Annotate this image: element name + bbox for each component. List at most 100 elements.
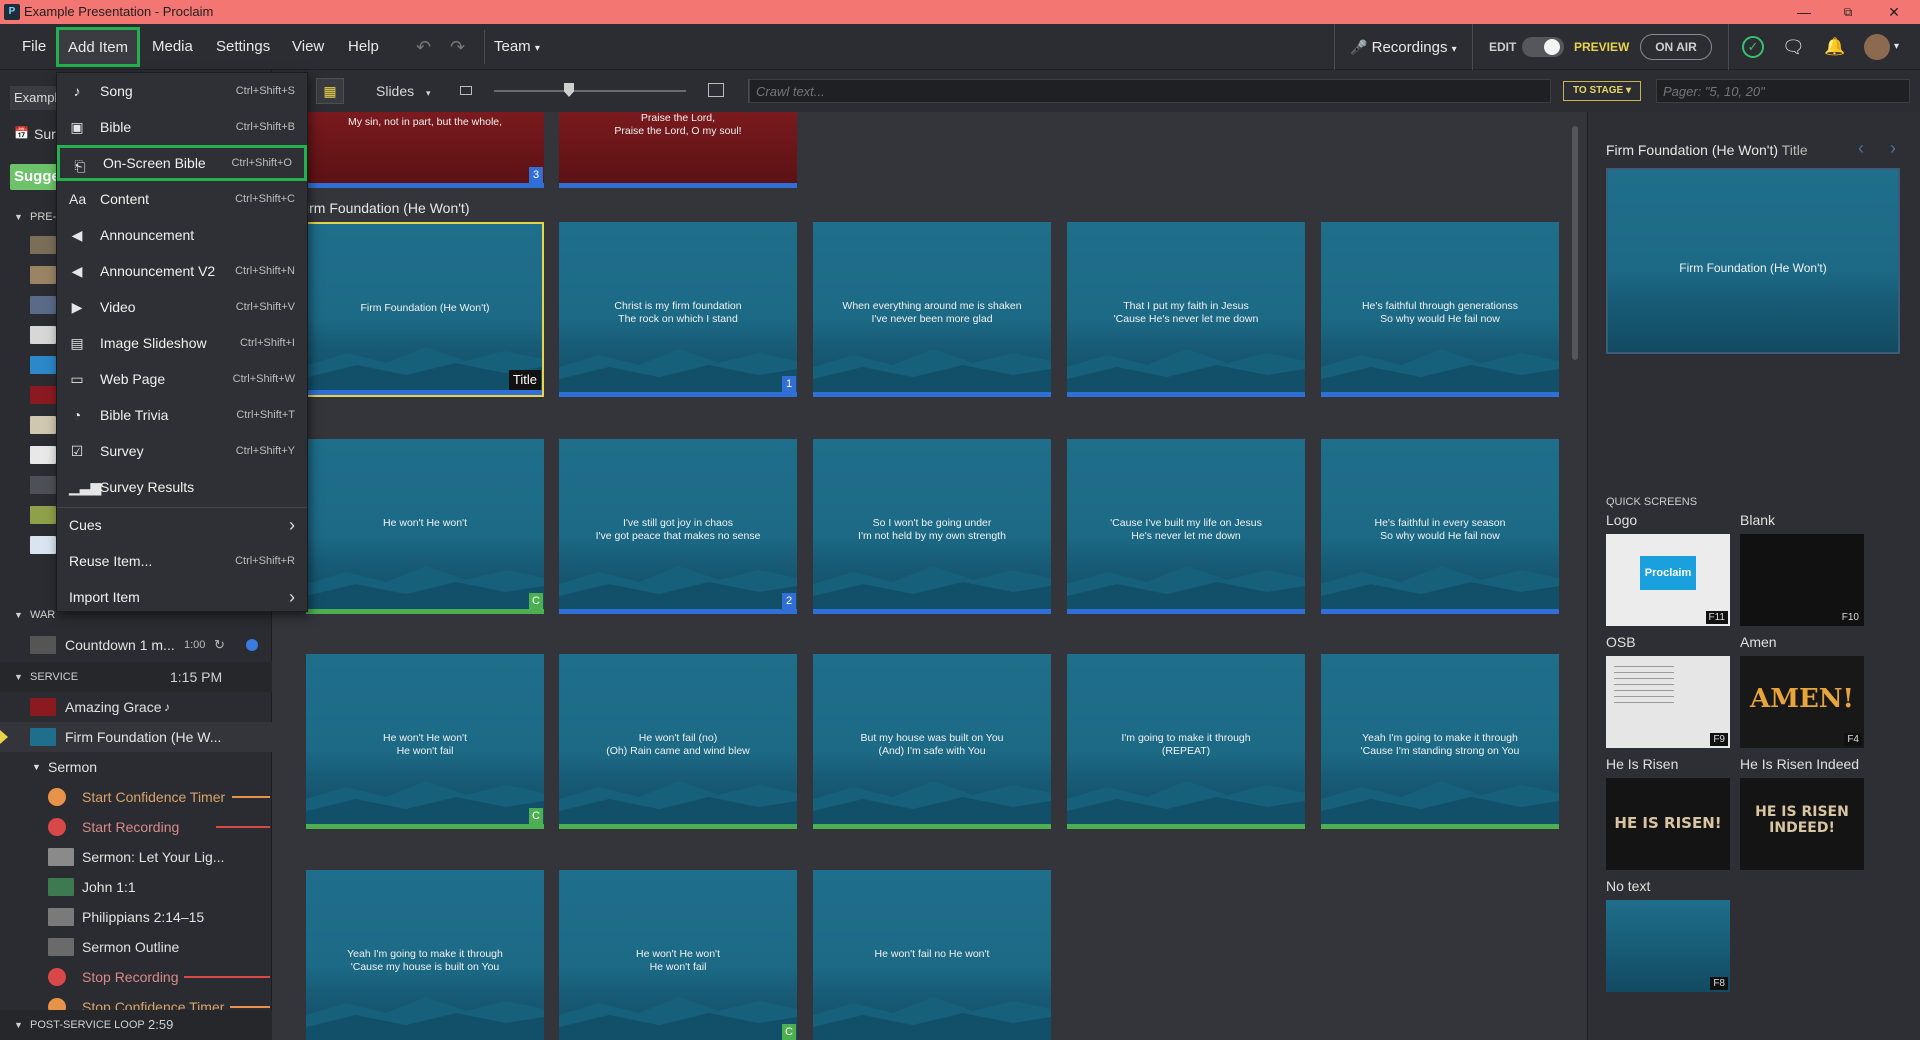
slide-thumb[interactable]: Yeah I'm going to make it through 'Cause… <box>306 870 544 1040</box>
sync-check-icon[interactable]: ✓ <box>1742 36 1764 58</box>
presentation-tab[interactable]: Exampl <box>10 86 57 110</box>
slide-thumb[interactable]: So I won't be going under I'm not held b… <box>813 439 1051 614</box>
slide-bar <box>1067 824 1305 829</box>
menu-item-web-page[interactable]: ▭ Web Page Ctrl+Shift+W <box>57 361 307 397</box>
bell-icon[interactable]: 🔔 <box>1824 24 1845 70</box>
chevron-right-icon: › <box>289 515 295 535</box>
slide-text: Christ is my firm foundation The rock on… <box>614 300 742 325</box>
menu-settings[interactable]: Settings <box>216 24 270 70</box>
slide-thumb[interactable]: Christ is my firm foundation The rock on… <box>559 222 797 397</box>
list-item-cue[interactable]: Stop Recording <box>0 962 272 992</box>
megaphone-icon: ◀ <box>71 263 83 279</box>
restore-button[interactable]: ⧉ <box>1830 2 1866 22</box>
list-item-sermon[interactable]: Sermon: Let Your Lig... <box>0 842 272 872</box>
slide-thumb[interactable]: Firm Foundation (He Won't) Title <box>306 222 544 397</box>
divider <box>1334 24 1335 70</box>
menu-help[interactable]: Help <box>348 24 379 70</box>
crawl-text-input[interactable] <box>749 79 1551 103</box>
slide-thumb[interactable]: Yeah I'm going to make it through 'Cause… <box>1321 654 1559 829</box>
menu-item-announcement[interactable]: ◀ Announcement <box>57 217 307 253</box>
list-item-cue[interactable]: Start Confidence Timer <box>0 782 272 812</box>
vertical-scrollbar[interactable] <box>1572 126 1578 360</box>
quick-screen-he-is-risen[interactable]: HE IS RISEN! <box>1606 778 1730 870</box>
menu-item-bible[interactable]: ▣ Bible Ctrl+Shift+B <box>57 109 307 145</box>
menu-item-bible-trivia[interactable]: ◔ Bible Trivia Ctrl+Shift+T <box>57 397 307 433</box>
next-slide-icon[interactable]: › <box>1890 138 1896 159</box>
edit-preview-toggle[interactable] <box>1522 37 1564 57</box>
menu-item-content[interactable]: Aa Content Ctrl+Shift+C <box>57 181 307 217</box>
menu-item-video[interactable]: ▶ Video Ctrl+Shift+V <box>57 289 307 325</box>
chat-icon[interactable]: 🗨 <box>1782 24 1805 70</box>
mountains-graphic <box>1067 349 1305 397</box>
menu-file[interactable]: File <box>22 24 46 70</box>
slide-thumb[interactable]: But my house was built on You (And) I'm … <box>813 654 1051 829</box>
slide-bar <box>559 609 797 614</box>
on-air-button[interactable]: ON AIR <box>1640 34 1712 60</box>
menu-item-survey[interactable]: ☑ Survey Ctrl+Shift+Y <box>57 433 307 469</box>
list-item-countdown[interactable]: Countdown 1 m... 1:00 ↻ <box>0 630 272 660</box>
large-thumb-icon[interactable] <box>708 83 724 97</box>
list-item-bible[interactable]: John 1:1 <box>0 872 272 902</box>
recordings-dropdown[interactable]: 🎤 Recordings ▾ <box>1350 24 1457 70</box>
avatar[interactable] <box>1864 34 1890 60</box>
slide-thumb[interactable]: He won't He won't C <box>306 439 544 614</box>
slide-thumb[interactable]: I'm going to make it through (REPEAT) <box>1067 654 1305 829</box>
to-stage-button[interactable]: TO STAGE ▾ <box>1563 81 1641 101</box>
menu-item-song[interactable]: ♪ Song Ctrl+Shift+S <box>57 73 307 109</box>
list-item-outline[interactable]: Sermon Outline <box>0 932 272 962</box>
shortcut-label: Ctrl+Shift+R <box>235 555 295 567</box>
slide-thumb[interactable]: He won't fail no He won't <box>813 870 1051 1040</box>
menu-item-on-screen-bible[interactable]: ⎗ On-Screen Bible Ctrl+Shift+O <box>57 145 307 181</box>
previous-slide-icon[interactable]: ‹ <box>1858 138 1864 159</box>
menu-item-survey-results[interactable]: ▁▃▆ Survey Results <box>57 469 307 505</box>
slide-thumb[interactable]: I've still got joy in chaos I've got pea… <box>559 439 797 614</box>
item-label: Sermon <box>48 759 98 775</box>
slide-thumb[interactable]: That I put my faith in Jesus 'Cause He's… <box>1067 222 1305 397</box>
zoom-slider-track[interactable] <box>494 90 686 92</box>
mountains-graphic <box>1067 566 1305 614</box>
menu-media[interactable]: Media <box>152 24 193 70</box>
slide-thumb[interactable]: He won't fail (no) (Oh) Rain came and wi… <box>559 654 797 829</box>
list-item-cue[interactable]: Start Recording <box>0 812 272 842</box>
menu-view[interactable]: View <box>292 24 324 70</box>
quick-screen-he-is-risen-indeed[interactable]: HE IS RISEN INDEED! <box>1740 778 1864 870</box>
slide-thumb[interactable]: When everything around me is shaken I've… <box>813 222 1051 397</box>
chevron-right-icon: › <box>289 587 295 607</box>
slide-thumb[interactable]: He's faithful in every season So why wou… <box>1321 439 1559 614</box>
slide-thumb[interactable]: 'Cause I've built my life on Jesus He's … <box>1067 439 1305 614</box>
list-item-song[interactable]: Amazing Grace ♪ <box>0 692 272 722</box>
quick-screen-logo[interactable]: Proclaim F11 <box>1606 534 1730 626</box>
pager-input[interactable] <box>1656 79 1910 103</box>
suggestions-button[interactable]: Sugge <box>10 164 60 190</box>
caret-down-icon[interactable]: ▾ <box>1894 24 1899 70</box>
list-item-sermon-group[interactable]: ▼ Sermon <box>0 752 272 782</box>
loop-icon: ↻ <box>214 637 225 652</box>
menu-item-cues[interactable]: Cues › <box>57 507 307 543</box>
undo-icon[interactable]: ↶ <box>416 24 431 70</box>
section-service[interactable]: ▼ SERVICE 1:15 PM <box>0 662 272 692</box>
list-item-bible[interactable]: Philippians 2:14–15 <box>0 902 272 932</box>
quick-screen-amen[interactable]: AMEN! F4 <box>1740 656 1864 748</box>
schedule-label[interactable]: Sur <box>34 126 56 142</box>
slide-thumb[interactable]: He's faithful through generationss So wh… <box>1321 222 1559 397</box>
slides-dropdown[interactable]: Slides ▾ <box>376 83 431 99</box>
menu-item-image-slideshow[interactable]: ▤ Image Slideshow Ctrl+Shift+I <box>57 325 307 361</box>
menu-item-announcement-v2[interactable]: ◀ Announcement V2 Ctrl+Shift+N <box>57 253 307 289</box>
menu-item-import-item[interactable]: Import Item › <box>57 579 307 615</box>
list-item-song-selected[interactable]: Firm Foundation (He W... <box>0 722 272 752</box>
quick-screen-osb[interactable]: F9 <box>1606 656 1730 748</box>
redo-icon[interactable]: ↷ <box>450 24 465 70</box>
team-dropdown[interactable]: Team ▾ <box>494 24 540 70</box>
small-thumb-icon[interactable] <box>460 86 472 95</box>
quick-screen-no-text[interactable]: F8 <box>1606 900 1730 992</box>
section-post-service[interactable]: ▼ POST-SERVICE LOOP 2:59 <box>0 1010 272 1040</box>
menu-add-item[interactable]: Add Item <box>56 27 141 67</box>
quick-screen-blank[interactable]: F10 <box>1740 534 1864 626</box>
zoom-slider-thumb[interactable] <box>564 83 574 97</box>
grid-view-icon[interactable]: ▦ <box>316 78 344 104</box>
menu-item-reuse-item[interactable]: Reuse Item... Ctrl+Shift+R <box>57 543 307 579</box>
minimize-button[interactable]: — <box>1786 2 1822 22</box>
close-button[interactable]: ✕ <box>1876 2 1912 22</box>
slide-thumb[interactable]: He won't He won't He won't fail C <box>306 654 544 829</box>
slide-thumb[interactable]: He won't He won't He won't fail C <box>559 870 797 1040</box>
